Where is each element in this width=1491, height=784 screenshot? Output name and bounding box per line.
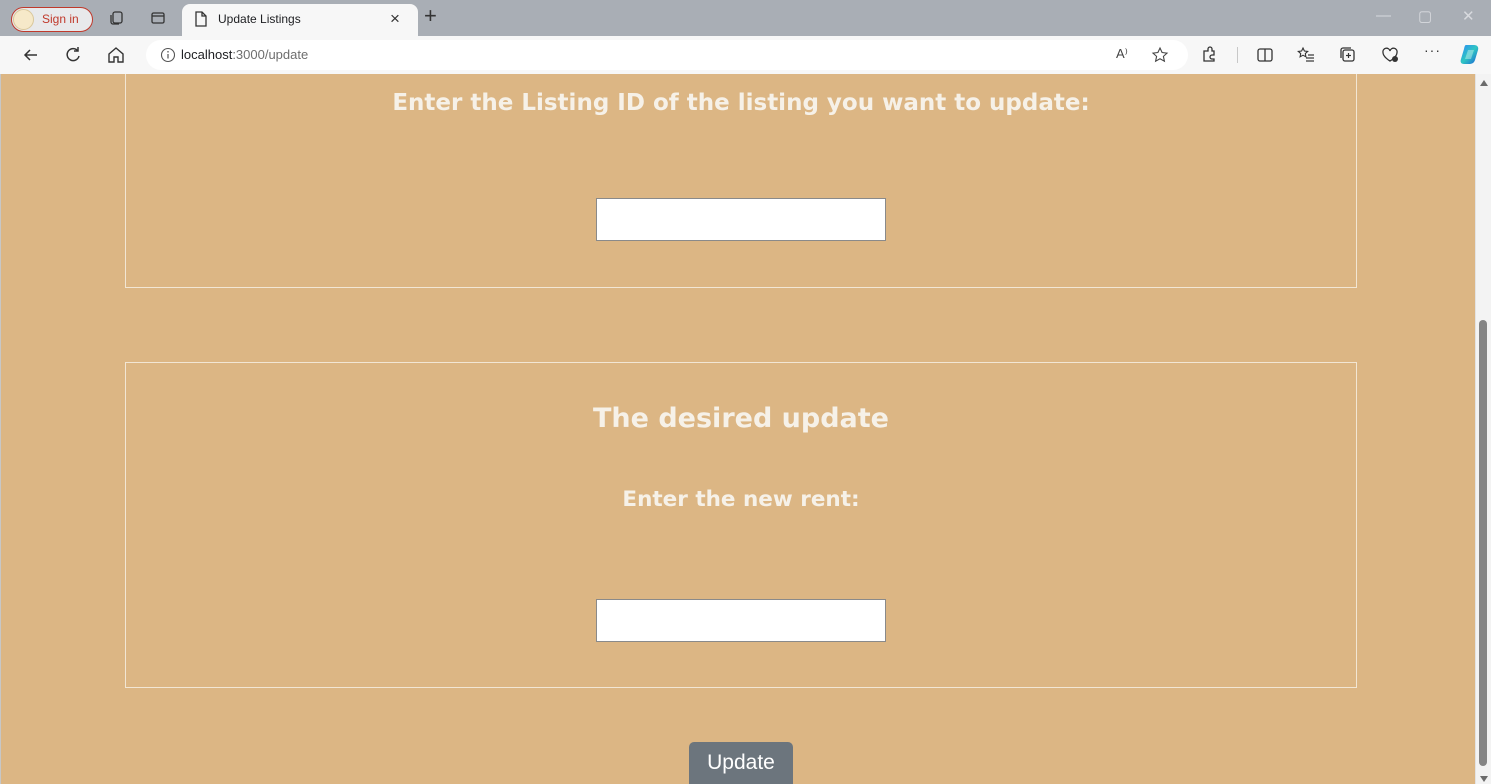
desired-update-section: The desired update Enter the new rent: — [125, 362, 1357, 688]
avatar — [13, 9, 34, 30]
tab-actions-icon[interactable] — [150, 10, 166, 26]
document-icon — [195, 11, 207, 27]
back-icon[interactable] — [21, 45, 41, 65]
minimize-icon[interactable]: — — [1376, 7, 1391, 24]
refresh-icon[interactable] — [63, 45, 83, 65]
extensions-icon[interactable] — [1200, 46, 1218, 64]
url-text[interactable]: localhost:3000/update — [181, 47, 308, 62]
listing-id-input[interactable] — [596, 198, 886, 241]
page-viewport: Enter the Listing ID of the listing you … — [0, 74, 1475, 784]
toolbar-divider — [1237, 47, 1238, 63]
scroll-up-arrow-icon[interactable] — [1480, 80, 1488, 86]
new-rent-input[interactable] — [596, 599, 886, 642]
site-info-icon[interactable] — [160, 47, 176, 63]
maximize-icon[interactable]: ▢ — [1418, 7, 1432, 25]
home-icon[interactable] — [106, 45, 126, 65]
copilot-icon[interactable] — [1459, 42, 1483, 66]
url-path: :3000/update — [232, 47, 309, 62]
collections-icon[interactable] — [1339, 46, 1357, 64]
favorite-star-icon[interactable] — [1151, 46, 1169, 64]
update-section-title: The desired update — [593, 403, 889, 434]
favorites-icon[interactable] — [1297, 46, 1315, 64]
listing-id-section: Enter the Listing ID of the listing you … — [125, 74, 1357, 288]
profile-label: Sign in — [42, 12, 79, 26]
listing-id-prompt: Enter the Listing ID of the listing you … — [392, 90, 1090, 116]
scrollbar-thumb[interactable] — [1479, 320, 1487, 766]
update-button[interactable]: Update — [689, 742, 793, 784]
page-left-edge — [0, 74, 8, 784]
profile-sign-in-button[interactable]: Sign in — [11, 7, 93, 32]
vertical-scrollbar[interactable] — [1475, 74, 1491, 784]
tab-strip: Sign in Update Listings × + — ▢ ✕ — [0, 0, 1491, 36]
read-aloud-icon[interactable]: A⁾ — [1116, 46, 1128, 62]
tab-update-listings[interactable]: Update Listings × — [182, 4, 418, 36]
workspaces-icon[interactable] — [109, 10, 125, 26]
new-rent-prompt: Enter the new rent: — [622, 487, 860, 512]
close-window-icon[interactable]: ✕ — [1462, 7, 1475, 25]
new-tab-icon[interactable]: + — [424, 3, 437, 29]
tab-close-icon[interactable]: × — [390, 9, 400, 29]
toolbar: localhost:3000/update A⁾ ··· — [0, 36, 1491, 74]
address-bar[interactable]: localhost:3000/update A⁾ — [146, 40, 1188, 70]
scroll-down-arrow-icon[interactable] — [1480, 776, 1488, 782]
browser-essentials-icon[interactable] — [1381, 46, 1399, 64]
url-host: localhost — [181, 47, 233, 62]
more-options-icon[interactable]: ··· — [1424, 42, 1441, 58]
tab-title: Update Listings — [218, 12, 301, 26]
split-screen-icon[interactable] — [1256, 46, 1274, 64]
